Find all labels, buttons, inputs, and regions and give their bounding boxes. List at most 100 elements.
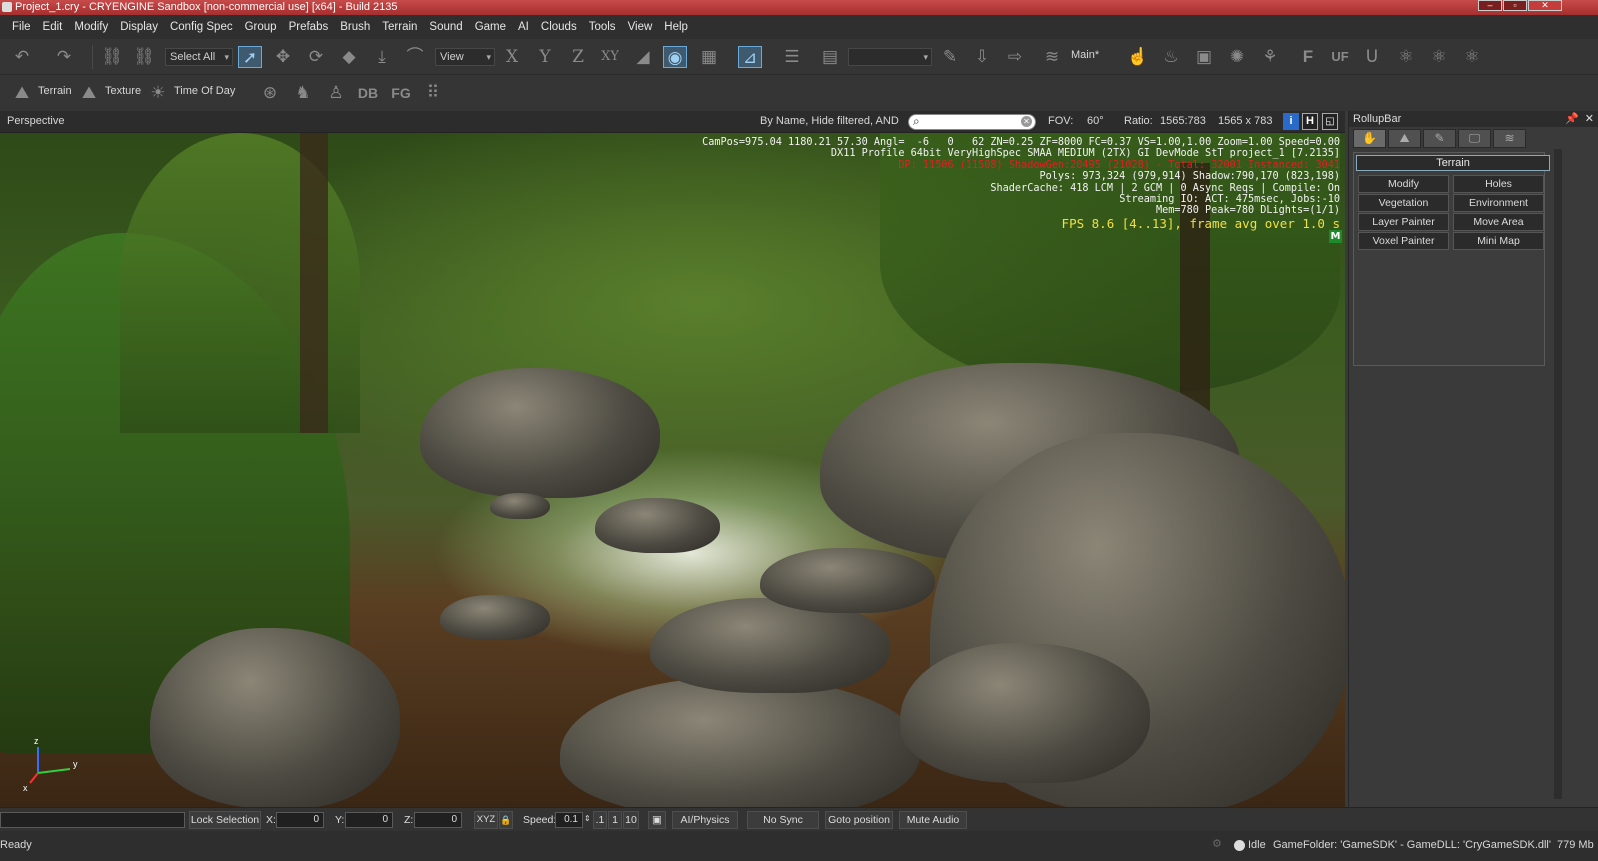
tab-layers-icon[interactable]: ≋ — [1493, 129, 1526, 148]
undo-icon[interactable]: ↶ — [10, 46, 34, 68]
close-panel-icon[interactable]: ✕ — [1585, 111, 1594, 127]
axis-x-button[interactable]: X — [500, 46, 524, 68]
menu-game[interactable]: Game — [469, 15, 512, 39]
db-button[interactable]: DB — [356, 82, 380, 104]
speed-preset-point1[interactable]: .1 — [593, 811, 607, 829]
menu-tools[interactable]: Tools — [583, 15, 622, 39]
menu-edit[interactable]: Edit — [37, 15, 69, 39]
physics-icon[interactable]: ♨ — [1159, 46, 1183, 68]
f-button[interactable]: F — [1296, 46, 1320, 68]
unlink-icon[interactable]: ⛓ — [132, 46, 156, 68]
rotate-icon[interactable]: ⟳ — [304, 46, 328, 68]
menu-ai[interactable]: AI — [512, 15, 535, 39]
pin-icon[interactable]: 📌 — [1565, 111, 1579, 127]
texture-icon[interactable]: ⛰ — [77, 82, 101, 104]
speed-input[interactable]: 0.1 — [555, 812, 583, 828]
close-button[interactable]: ✕ — [1528, 0, 1562, 11]
texture-tool-label[interactable]: Texture — [105, 85, 141, 97]
resolution-value[interactable]: 1565 x 783 — [1218, 115, 1272, 127]
move-icon[interactable]: ✥ — [271, 46, 295, 68]
speed-preset-1[interactable]: 1 — [608, 811, 622, 829]
view-dropdown[interactable]: View — [435, 48, 495, 66]
speed-preset-10[interactable]: 10 — [623, 811, 639, 829]
menu-brush[interactable]: Brush — [334, 15, 376, 39]
terrain-select-icon[interactable]: ⌒ — [403, 46, 427, 68]
voxel-painter-button[interactable]: Voxel Painter — [1358, 232, 1449, 250]
xyz-toggle[interactable]: XYZ — [474, 811, 498, 829]
import-icon[interactable]: ⇩ — [970, 46, 994, 68]
pick-object-icon[interactable]: ☝ — [1126, 46, 1150, 68]
menu-display[interactable]: Display — [114, 15, 164, 39]
menu-modify[interactable]: Modify — [68, 15, 114, 39]
environment-button[interactable]: Environment — [1453, 194, 1544, 212]
search-input[interactable]: ⌕ ✕ — [908, 114, 1036, 130]
goto-position-button[interactable]: Goto position — [825, 811, 893, 829]
character-editor-icon[interactable]: ♞ — [291, 82, 315, 104]
tab-display-icon[interactable]: 🖵 — [1458, 129, 1491, 148]
terrain-section-title[interactable]: Terrain — [1356, 155, 1550, 171]
maximize-viewport-icon[interactable]: ◱ — [1322, 113, 1338, 130]
ratio-value[interactable]: 1565:783 — [1160, 115, 1206, 127]
move-area-button[interactable]: Move Area — [1453, 213, 1544, 231]
grid-icon[interactable]: ▦ — [697, 46, 721, 68]
vegetation-button[interactable]: Vegetation — [1358, 194, 1449, 212]
menu-prefabs[interactable]: Prefabs — [283, 15, 335, 39]
fov-value[interactable]: 60° — [1087, 115, 1104, 127]
scale-icon[interactable]: ◆ — [337, 46, 361, 68]
camera-icon[interactable]: ◉ — [663, 46, 687, 68]
current-layer-label[interactable]: Main* — [1071, 49, 1099, 61]
axis-z-button[interactable]: Z — [566, 46, 590, 68]
terrain-axis-icon[interactable]: ◢ — [631, 46, 655, 68]
atom-icon[interactable]: ⚛ — [1394, 46, 1418, 68]
holes-button[interactable]: Holes — [1453, 175, 1544, 193]
flowgraph-icon[interactable]: ᑌ — [1360, 46, 1384, 68]
selection-set-dropdown[interactable] — [848, 48, 932, 66]
export-icon[interactable]: ⇨ — [1003, 46, 1027, 68]
snap-to-terrain-icon[interactable]: ⤓ — [370, 46, 394, 68]
database-icon[interactable]: ▣ — [1192, 46, 1216, 68]
time-of-day-label[interactable]: Time Of Day — [174, 85, 235, 97]
axis-xy-button[interactable]: XY — [598, 46, 622, 68]
rollup-scrollbar[interactable] — [1554, 149, 1562, 799]
mute-audio-button[interactable]: Mute Audio — [899, 811, 967, 829]
maximize-button[interactable]: ▫ — [1503, 0, 1527, 11]
menu-sound[interactable]: Sound — [423, 15, 468, 39]
snapshot-icon[interactable]: ▣ — [648, 811, 666, 829]
menu-group[interactable]: Group — [239, 15, 283, 39]
character-icon[interactable]: ⚘ — [1258, 46, 1282, 68]
redo-icon[interactable]: ↷ — [52, 46, 76, 68]
select-arrow-icon[interactable]: ➚ — [238, 46, 262, 68]
grid-dots-icon[interactable]: ⠿ — [421, 82, 445, 104]
tab-terrain-icon[interactable]: ⛰ — [1388, 129, 1421, 148]
align-icon[interactable]: ☰ — [780, 46, 804, 68]
status-message-field[interactable] — [0, 812, 185, 828]
terrain-tool-label[interactable]: Terrain — [38, 85, 72, 97]
layer-painter-button[interactable]: Layer Painter — [1358, 213, 1449, 231]
layers-icon[interactable]: ≋ — [1040, 46, 1064, 68]
menu-clouds[interactable]: Clouds — [535, 15, 583, 39]
lock-icon[interactable]: 🔒 — [499, 811, 513, 829]
info-toggle-button[interactable]: i — [1283, 113, 1299, 130]
atom-settings-icon[interactable]: ⚛ — [1460, 46, 1484, 68]
helpers-toggle-button[interactable]: H — [1302, 113, 1318, 130]
x-coord-input[interactable]: 0 — [276, 812, 324, 828]
terrain-icon[interactable]: ⛰ — [10, 82, 34, 104]
atom-alt-icon[interactable]: ⚛ — [1427, 46, 1451, 68]
particle-icon[interactable]: ✺ — [1225, 46, 1249, 68]
ai-physics-button[interactable]: AI/Physics — [672, 811, 738, 829]
layer-list-icon[interactable]: ▤ — [818, 46, 842, 68]
sun-icon[interactable]: ☀ — [146, 82, 170, 104]
tab-objects-icon[interactable]: ✋ — [1353, 129, 1386, 148]
menu-file[interactable]: File — [6, 15, 37, 39]
menu-config-spec[interactable]: Config Spec — [164, 15, 239, 39]
select-all-dropdown[interactable]: Select All — [165, 48, 233, 66]
z-coord-input[interactable]: 0 — [414, 812, 462, 828]
axis-y-button[interactable]: Y — [533, 46, 557, 68]
tab-modeling-icon[interactable]: ✎ — [1423, 129, 1456, 148]
no-sync-player-button[interactable]: No Sync Player — [747, 811, 819, 842]
menu-view[interactable]: View — [622, 15, 659, 39]
angle-snap-icon[interactable]: ⊿ — [738, 46, 762, 68]
fg-button[interactable]: FG — [389, 82, 413, 104]
modify-button[interactable]: Modify — [1358, 175, 1449, 193]
mini-map-button[interactable]: Mini Map — [1453, 232, 1544, 250]
